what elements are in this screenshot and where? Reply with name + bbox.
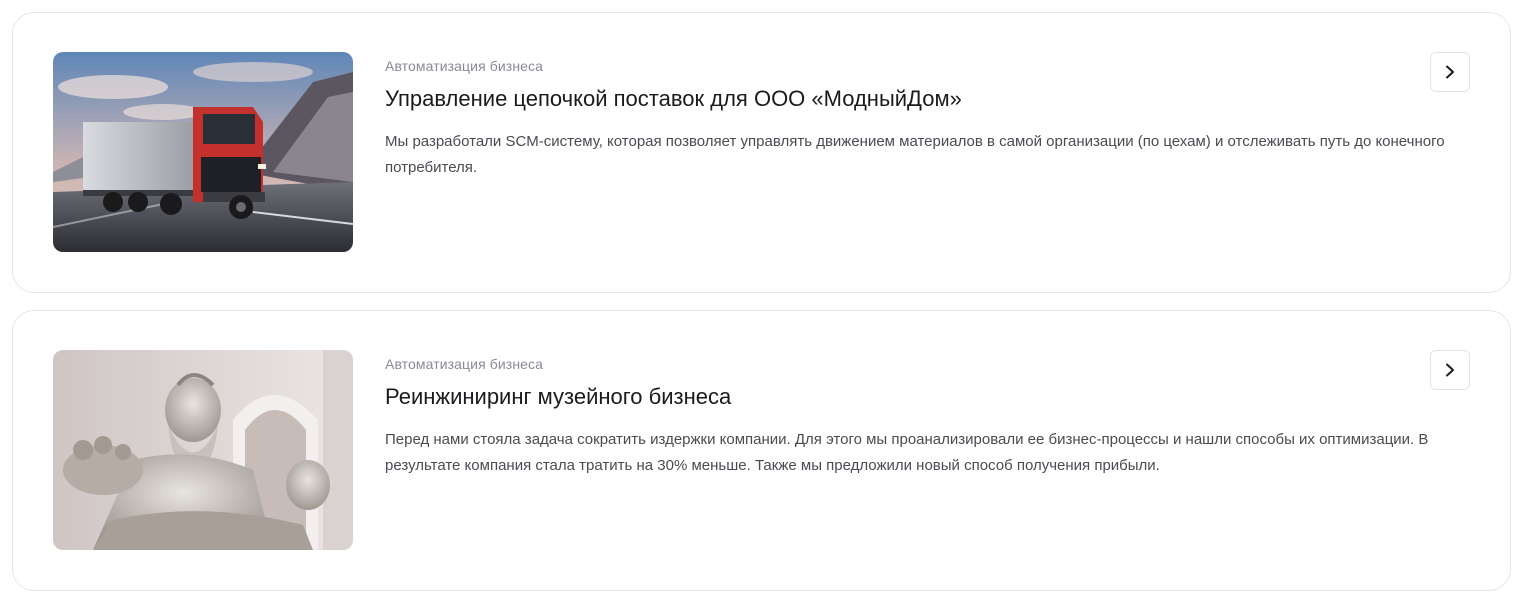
chevron-right-icon <box>1446 363 1454 377</box>
case-list: Автоматизация бизнеса Управление цепочко… <box>0 0 1521 598</box>
case-image-statue[interactable] <box>53 350 353 550</box>
case-content: Автоматизация бизнеса Реинжиниринг музей… <box>385 355 1465 479</box>
case-card[interactable]: Автоматизация бизнеса Управление цепочко… <box>12 12 1511 293</box>
statue-photo-icon <box>53 350 353 550</box>
case-category: Автоматизация бизнеса <box>385 58 544 74</box>
open-case-button[interactable] <box>1430 52 1470 92</box>
truck-photo-icon <box>53 52 353 252</box>
case-description: Мы разработали SCM-систему, которая позв… <box>385 133 1445 176</box>
case-content: Автоматизация бизнеса Управление цепочко… <box>385 57 1465 181</box>
case-title[interactable]: Реинжиниринг музейного бизнеса <box>385 383 1465 411</box>
open-case-button[interactable] <box>1430 350 1470 390</box>
case-description: Перед нами стояла задача сократить издер… <box>385 431 1429 474</box>
case-image-truck[interactable] <box>53 52 353 252</box>
chevron-right-icon <box>1446 65 1454 79</box>
case-category: Автоматизация бизнеса <box>385 356 544 372</box>
case-title[interactable]: Управление цепочкой поставок для ООО «Мо… <box>385 85 1465 113</box>
case-card[interactable]: Автоматизация бизнеса Реинжиниринг музей… <box>12 310 1511 591</box>
